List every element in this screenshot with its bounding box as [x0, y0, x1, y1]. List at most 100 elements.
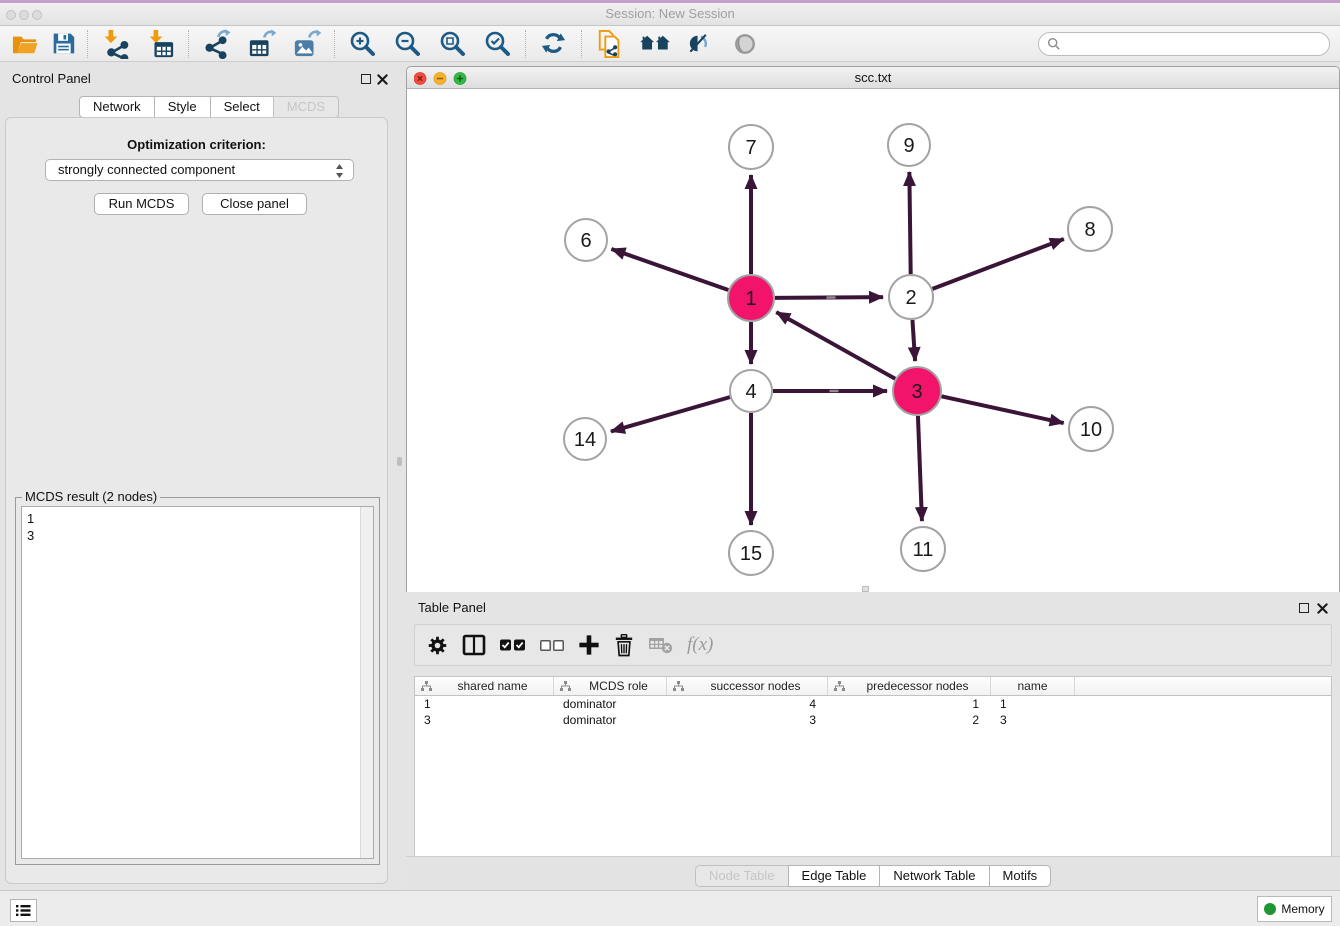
- cell-name[interactable]: 3: [991, 712, 1075, 728]
- optimization-criterion-label: Optimization criterion:: [6, 137, 387, 152]
- table-close-icon[interactable]: [1317, 603, 1328, 614]
- task-history-button[interactable]: [10, 899, 37, 922]
- shared-column-icon: [421, 681, 432, 692]
- table-row[interactable]: 1dominator411: [415, 696, 1331, 712]
- window-zoom-button[interactable]: [32, 10, 42, 20]
- graph-node-label-10: 10: [1080, 419, 1102, 441]
- vertical-splitter-handle[interactable]: [397, 457, 402, 466]
- table-panel-title: Table Panel: [418, 600, 486, 615]
- network-window: scc.txt 7968124314101511: [406, 66, 1340, 592]
- column-header-name[interactable]: name: [991, 677, 1075, 695]
- export-image-icon[interactable]: [284, 29, 329, 59]
- graph-node-label-4: 4: [745, 381, 756, 403]
- network-window-controls[interactable]: [414, 72, 472, 85]
- network-window-titlebar[interactable]: scc.txt: [407, 67, 1339, 89]
- tab-style[interactable]: Style: [154, 96, 211, 118]
- canvas-resize-handle[interactable]: [862, 586, 869, 592]
- graph-edge-3-1[interactable]: [776, 312, 895, 379]
- edge-label-mark: [827, 296, 836, 298]
- close-panel-button[interactable]: Close panel: [202, 193, 307, 215]
- column-label: successor nodes: [684, 679, 827, 693]
- graph-edge-2-3[interactable]: [912, 320, 915, 361]
- graph-node-label-14: 14: [574, 429, 596, 451]
- deselect-all-icon[interactable]: [540, 632, 564, 658]
- close-panel-icon[interactable]: [377, 74, 388, 85]
- result-scrollbar[interactable]: [360, 507, 373, 858]
- network-canvas[interactable]: 7968124314101511: [407, 89, 1339, 592]
- cell-successor-nodes[interactable]: 4: [667, 696, 828, 712]
- tab-motifs[interactable]: Motifs: [989, 865, 1052, 887]
- tab-mcds[interactable]: MCDS: [273, 96, 339, 118]
- graph-edge-1-6[interactable]: [611, 249, 728, 290]
- criterion-select[interactable]: strongly connected component: [45, 159, 354, 181]
- tab-select[interactable]: Select: [210, 96, 274, 118]
- cell-predecessor-nodes[interactable]: 1: [828, 696, 991, 712]
- graph-node-label-7: 7: [745, 137, 756, 159]
- cell-shared-name[interactable]: 1: [415, 696, 554, 712]
- zoom-fit-icon[interactable]: [430, 29, 475, 59]
- table-settings-icon[interactable]: [427, 632, 448, 658]
- float-panel-icon[interactable]: [361, 74, 371, 84]
- graph-edge-4-14[interactable]: [611, 397, 730, 431]
- graph-node-label-15: 15: [740, 543, 762, 565]
- refresh-icon[interactable]: [531, 29, 576, 59]
- delete-table-icon[interactable]: [648, 632, 673, 658]
- memory-button[interactable]: Memory: [1257, 896, 1332, 922]
- network-window-title: scc.txt: [407, 67, 1339, 88]
- graph-edge-2-9[interactable]: [909, 172, 910, 274]
- edge-label-mark: [830, 390, 839, 392]
- import-network-icon[interactable]: [93, 29, 138, 59]
- cell-shared-name[interactable]: 3: [415, 712, 554, 728]
- column-header-predecessor-nodes[interactable]: predecessor nodes: [828, 677, 991, 695]
- cell-name[interactable]: 1: [991, 696, 1075, 712]
- criterion-value: strongly connected component: [58, 162, 235, 177]
- export-table-icon[interactable]: [239, 29, 284, 59]
- tab-node-table[interactable]: Node Table: [695, 865, 789, 887]
- column-label: shared name: [432, 679, 553, 693]
- graph-edge-3-10[interactable]: [941, 396, 1063, 423]
- tab-network[interactable]: Network: [79, 96, 155, 118]
- zoom-in-icon[interactable]: [340, 29, 385, 59]
- cell-MCDS-role[interactable]: dominator: [554, 696, 667, 712]
- delete-row-icon[interactable]: [614, 632, 634, 658]
- window-minimize-button[interactable]: [19, 10, 29, 20]
- network-overview-icon[interactable]: [587, 29, 632, 59]
- zoom-selected-icon[interactable]: [475, 29, 520, 59]
- table-float-icon[interactable]: [1299, 603, 1309, 613]
- mcds-result-textarea[interactable]: 1 3: [21, 506, 374, 859]
- table-row[interactable]: 3dominator323: [415, 712, 1331, 728]
- graph-edge-2-8[interactable]: [933, 239, 1064, 289]
- show-details-icon[interactable]: [722, 29, 767, 59]
- function-builder-icon[interactable]: f(x): [687, 632, 713, 658]
- table-toolbar: f(x): [414, 624, 1332, 666]
- hide-details-icon[interactable]: [677, 29, 722, 59]
- status-bar: Memory: [0, 890, 1340, 926]
- search-input[interactable]: [1038, 32, 1330, 56]
- tab-network-table[interactable]: Network Table: [879, 865, 989, 887]
- cell-successor-nodes[interactable]: 3: [667, 712, 828, 728]
- home-icon[interactable]: [632, 29, 677, 59]
- cell-predecessor-nodes[interactable]: 2: [828, 712, 991, 728]
- open-session-icon[interactable]: [6, 29, 44, 59]
- select-all-icon[interactable]: [500, 632, 526, 658]
- export-network-icon[interactable]: [194, 29, 239, 59]
- shared-column-icon: [673, 681, 684, 692]
- column-header-MCDS-role[interactable]: MCDS role: [554, 677, 667, 695]
- graph-edge-3-11[interactable]: [918, 416, 922, 521]
- graph-node-label-11: 11: [913, 539, 934, 561]
- cell-MCDS-role[interactable]: dominator: [554, 712, 667, 728]
- select-chevrons-icon: [335, 163, 344, 179]
- memory-status-icon: [1264, 903, 1276, 915]
- save-session-icon[interactable]: [44, 29, 82, 59]
- table-panel: Table Panel f(x) shared nameMCDS rolesu: [406, 595, 1340, 890]
- zoom-out-icon[interactable]: [385, 29, 430, 59]
- column-layout-icon[interactable]: [462, 632, 486, 658]
- window-close-button[interactable]: [6, 10, 16, 20]
- list-icon: [16, 904, 31, 917]
- import-table-icon[interactable]: [138, 29, 183, 59]
- column-header-successor-nodes[interactable]: successor nodes: [667, 677, 828, 695]
- tab-edge-table[interactable]: Edge Table: [788, 865, 881, 887]
- add-row-icon[interactable]: [578, 632, 600, 658]
- run-mcds-button[interactable]: Run MCDS: [94, 193, 189, 215]
- column-header-shared-name[interactable]: shared name: [415, 677, 554, 695]
